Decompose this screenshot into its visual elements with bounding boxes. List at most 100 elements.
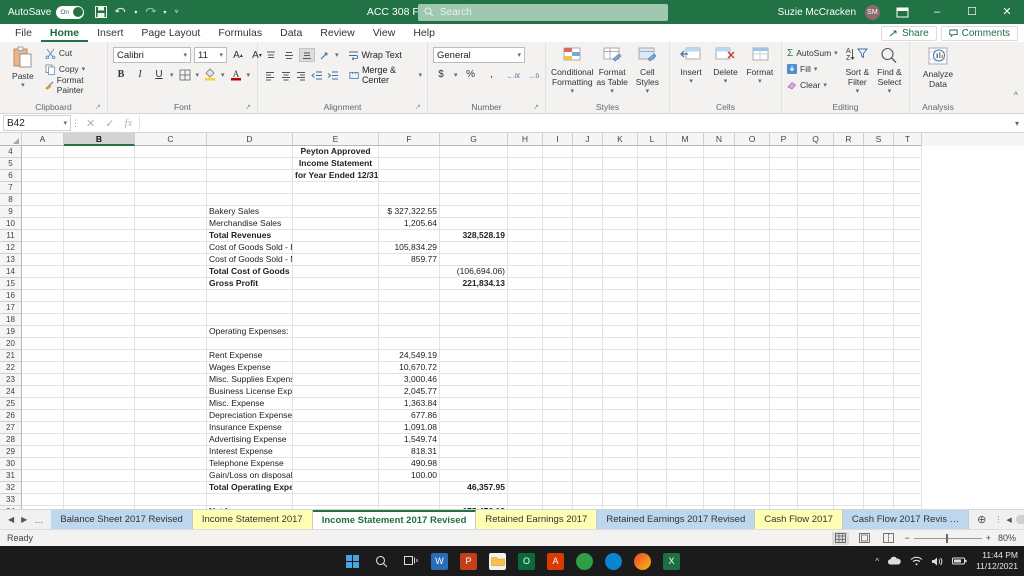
zoom-in-button[interactable]: + — [986, 533, 991, 543]
cell-A13[interactable] — [22, 254, 64, 266]
number-format-combo[interactable]: General ▾ — [433, 47, 525, 63]
cell-F7[interactable] — [379, 182, 440, 194]
cell-B17[interactable] — [64, 302, 135, 314]
cell-D24[interactable]: Business License Expense — [207, 386, 293, 398]
cell-P7[interactable] — [770, 182, 798, 194]
orientation-icon[interactable] — [317, 48, 333, 62]
column-header-g[interactable]: G — [440, 133, 508, 146]
cell-K11[interactable] — [603, 230, 638, 242]
decrease-indent-icon[interactable] — [310, 68, 324, 82]
cell-M22[interactable] — [667, 362, 704, 374]
cell-S5[interactable] — [864, 158, 894, 170]
cell-G34[interactable]: 175,476.18 — [440, 506, 508, 509]
cell-M15[interactable] — [667, 278, 704, 290]
ribbon-tab-view[interactable]: View — [364, 24, 405, 42]
cell-F30[interactable]: 490.98 — [379, 458, 440, 470]
cell-T33[interactable] — [894, 494, 922, 506]
cell-L24[interactable] — [638, 386, 667, 398]
expand-formula-bar-icon[interactable]: ▾ — [1010, 119, 1024, 128]
format-as-table-button[interactable]: Format as Table ▾ — [596, 44, 629, 96]
ribbon-tab-file[interactable]: File — [6, 24, 41, 42]
cell-K5[interactable] — [603, 158, 638, 170]
cell-M25[interactable] — [667, 398, 704, 410]
cell-G33[interactable] — [440, 494, 508, 506]
cell-T18[interactable] — [894, 314, 922, 326]
cell-C8[interactable] — [135, 194, 207, 206]
cell-B16[interactable] — [64, 290, 135, 302]
ribbon-tab-insert[interactable]: Insert — [88, 24, 132, 42]
cell-J7[interactable] — [573, 182, 603, 194]
taskbar-chrome-icon[interactable] — [634, 552, 651, 570]
column-header-t[interactable]: T — [894, 133, 922, 146]
cell-B11[interactable] — [64, 230, 135, 242]
cell-R18[interactable] — [834, 314, 864, 326]
cell-R20[interactable] — [834, 338, 864, 350]
cell-P29[interactable] — [770, 446, 798, 458]
cell-I4[interactable] — [543, 146, 573, 158]
cell-E34[interactable] — [293, 506, 379, 509]
font-name-chevron-icon[interactable]: ▾ — [183, 51, 187, 59]
cell-Q24[interactable] — [798, 386, 834, 398]
cell-E10[interactable] — [293, 218, 379, 230]
cell-N15[interactable] — [704, 278, 735, 290]
row-header-32[interactable]: 32 — [0, 482, 22, 494]
cell-C17[interactable] — [135, 302, 207, 314]
alignment-dialog-launcher-icon[interactable]: ↗ — [415, 102, 421, 113]
cell-T17[interactable] — [894, 302, 922, 314]
cell-A34[interactable] — [22, 506, 64, 509]
italic-button[interactable]: I — [132, 67, 148, 82]
cell-J28[interactable] — [573, 434, 603, 446]
cell-E13[interactable] — [293, 254, 379, 266]
cell-Q26[interactable] — [798, 410, 834, 422]
underline-button[interactable]: U — [151, 67, 167, 82]
cell-D6[interactable] — [207, 170, 293, 182]
share-button[interactable]: Share — [880, 25, 937, 41]
cell-E24[interactable] — [293, 386, 379, 398]
cell-A18[interactable] — [22, 314, 64, 326]
cell-I29[interactable] — [543, 446, 573, 458]
cell-K33[interactable] — [603, 494, 638, 506]
cell-I5[interactable] — [543, 158, 573, 170]
enter-formula-icon[interactable]: ✓ — [105, 117, 114, 130]
align-bottom-icon[interactable] — [299, 48, 315, 62]
cell-Q6[interactable] — [798, 170, 834, 182]
row-header-7[interactable]: 7 — [0, 182, 22, 194]
cell-I6[interactable] — [543, 170, 573, 182]
cell-O11[interactable] — [735, 230, 770, 242]
cell-E22[interactable] — [293, 362, 379, 374]
cell-P9[interactable] — [770, 206, 798, 218]
column-header-s[interactable]: S — [864, 133, 894, 146]
cell-H8[interactable] — [508, 194, 543, 206]
cell-N12[interactable] — [704, 242, 735, 254]
cell-P26[interactable] — [770, 410, 798, 422]
ribbon-tab-formulas[interactable]: Formulas — [209, 24, 271, 42]
cell-O24[interactable] — [735, 386, 770, 398]
cell-A24[interactable] — [22, 386, 64, 398]
taskbar-powerpoint-icon[interactable]: P — [460, 552, 477, 570]
column-header-f[interactable]: F — [379, 133, 440, 146]
cell-H14[interactable] — [508, 266, 543, 278]
cell-L4[interactable] — [638, 146, 667, 158]
cell-J33[interactable] — [573, 494, 603, 506]
row-header-21[interactable]: 21 — [0, 350, 22, 362]
cell-T29[interactable] — [894, 446, 922, 458]
merge-center-button[interactable]: Merge & Center ▾ — [349, 65, 422, 85]
tray-expand-icon[interactable]: ^ — [875, 557, 879, 566]
cell-N5[interactable] — [704, 158, 735, 170]
cell-G9[interactable] — [440, 206, 508, 218]
cell-T12[interactable] — [894, 242, 922, 254]
cell-M13[interactable] — [667, 254, 704, 266]
cell-N27[interactable] — [704, 422, 735, 434]
cell-Q20[interactable] — [798, 338, 834, 350]
cell-N24[interactable] — [704, 386, 735, 398]
wrap-text-button[interactable]: Wrap Text — [348, 50, 402, 61]
cell-K34[interactable] — [603, 506, 638, 509]
cell-F10[interactable]: 1,205.64 — [379, 218, 440, 230]
sheet-list-icon[interactable]: … — [34, 515, 43, 525]
cell-C23[interactable] — [135, 374, 207, 386]
cell-N6[interactable] — [704, 170, 735, 182]
cell-Q34[interactable] — [798, 506, 834, 509]
cell-K25[interactable] — [603, 398, 638, 410]
cell-S24[interactable] — [864, 386, 894, 398]
cell-H28[interactable] — [508, 434, 543, 446]
